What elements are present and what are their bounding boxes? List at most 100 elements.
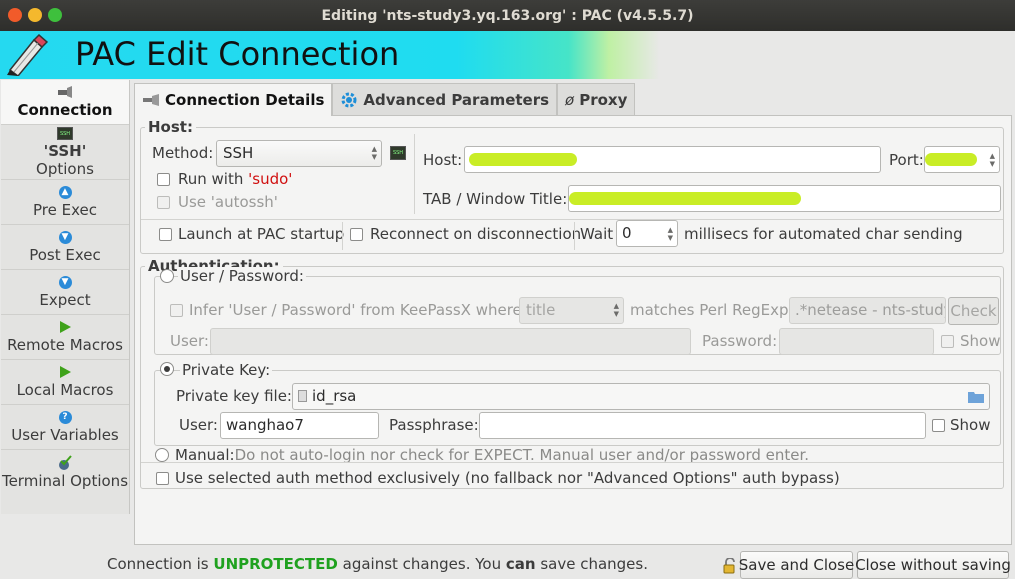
show-password-checkbox[interactable] — [941, 335, 954, 348]
show-password-label: Show — [960, 332, 1001, 350]
sidebar-item-ssh-options[interactable]: SSH 'SSH' Options — [1, 125, 129, 180]
arrow-down-icon: ▼ — [58, 275, 72, 289]
terminal-icon: SSH — [57, 126, 73, 140]
sidebar-item-pre-exec[interactable]: ▲ Pre Exec — [1, 180, 129, 225]
close-without-saving-button[interactable]: Close without saving — [855, 551, 1011, 579]
sidebar-item-label: Connection — [17, 101, 113, 119]
show-passphrase-label: Show — [950, 416, 991, 434]
sidebar-item-user-variables[interactable]: ? User Variables — [1, 405, 129, 450]
tab-connection-details[interactable]: Connection Details — [134, 83, 333, 116]
port-input[interactable]: ▲ ▼ — [924, 146, 1000, 173]
user-password-radio[interactable] — [160, 269, 174, 283]
user-label: User: — [170, 332, 209, 350]
tab-proxy[interactable]: ø Proxy — [557, 83, 636, 115]
sidebar-item-remote-macros[interactable]: Remote Macros — [1, 315, 129, 360]
proxy-icon: ø — [565, 90, 575, 109]
sidebar-item-label: Remote Macros — [7, 336, 123, 354]
save-and-close-button[interactable]: Save and Close — [739, 551, 854, 579]
window-close-button[interactable] — [8, 8, 22, 22]
sidebar-item-label: Terminal Options — [1, 471, 129, 490]
passphrase-label: Passphrase: — [389, 416, 479, 434]
window-maximize-button[interactable] — [48, 8, 62, 22]
folder-icon — [968, 392, 984, 403]
wait-ms-input[interactable]: 0 ▲ ▼ — [616, 220, 678, 247]
private-key-file-label: Private key file: — [176, 387, 292, 405]
manual-radio[interactable] — [155, 448, 169, 462]
header-banner: PAC Edit Connection — [0, 31, 1015, 79]
window-minimize-button[interactable] — [28, 8, 42, 22]
sidebar-item-post-exec[interactable]: ▼ Post Exec — [1, 225, 129, 270]
tab-label: Connection Details — [165, 91, 325, 109]
divider — [141, 219, 1003, 220]
pk-user-input[interactable]: wanghao7 — [220, 412, 379, 439]
regexp-input[interactable]: .*netease - nts-study3 — [789, 297, 946, 324]
method-select[interactable]: SSH ▲ ▼ — [216, 140, 382, 167]
user-password-label: User / Password: — [178, 267, 306, 285]
protection-status: Connection is UNPROTECTED against change… — [107, 555, 648, 573]
password-input[interactable] — [779, 328, 934, 355]
exclusive-auth-label: Use selected auth method exclusively (no… — [175, 469, 840, 487]
tab-bar: Connection Details Advanced Parameters ø… — [134, 83, 636, 116]
tab-advanced-parameters[interactable]: Advanced Parameters — [332, 83, 558, 115]
arrow-down-icon: ▼ — [58, 230, 72, 244]
sidebar-item-label: Pre Exec — [33, 201, 97, 219]
sidebar-item-local-macros[interactable]: Local Macros — [1, 360, 129, 405]
regexp-value: .*netease - nts-study3 — [795, 301, 946, 319]
pk-user-label: User: — [179, 416, 218, 434]
keepass-field-value: title — [526, 301, 556, 319]
wait-suffix-label: millisecs for automated char sending — [684, 225, 963, 243]
keepass-field-select[interactable]: title ▲ ▼ — [519, 297, 624, 324]
divider — [342, 222, 343, 250]
method-value: SSH — [223, 144, 254, 162]
sidebar-item-label-top: 'SSH' — [43, 142, 87, 160]
host-input[interactable] — [464, 146, 881, 173]
plug-icon — [143, 94, 159, 106]
private-key-file-value: id_rsa — [312, 387, 357, 405]
divider — [414, 134, 415, 214]
private-key-radio[interactable] — [160, 362, 174, 376]
wait-label: Wait — [580, 225, 614, 243]
sidebar: Connection SSH 'SSH' Options ▲ Pre Exec … — [1, 80, 130, 514]
divider — [574, 222, 575, 250]
banner-title: PAC Edit Connection — [75, 35, 400, 73]
window-title-label: TAB / Window Title: — [423, 190, 568, 208]
launch-at-startup-label: Launch at PAC startup — [178, 225, 345, 243]
run-with-sudo-checkbox[interactable] — [157, 173, 170, 186]
run-with-sudo-label: Run with 'sudo' — [178, 170, 293, 188]
sidebar-item-expect[interactable]: ▼ Expect — [1, 270, 129, 315]
sidebar-item-label: Expect — [39, 291, 91, 309]
play-icon — [59, 320, 71, 334]
tab-label: Proxy — [579, 90, 628, 109]
redaction-mark — [925, 153, 977, 166]
sidebar-item-terminal-options[interactable]: Terminal Options — [1, 450, 129, 495]
show-passphrase-checkbox[interactable] — [932, 419, 945, 432]
matches-regexp-label: matches Perl RegExp: — [630, 301, 794, 319]
terminal-icon: SSH — [390, 146, 406, 160]
password-label: Password: — [702, 332, 778, 350]
sidebar-item-label: Local Macros — [16, 381, 114, 399]
passphrase-input[interactable] — [479, 412, 926, 439]
connection-details-panel: Host: Method: SSH ▲ ▼ SSH Run with 'sudo'… — [134, 115, 1012, 545]
exclusive-auth-checkbox[interactable] — [156, 472, 169, 485]
reconnect-checkbox[interactable] — [350, 228, 363, 241]
use-autossh-checkbox[interactable] — [157, 196, 170, 209]
play-icon — [59, 365, 71, 379]
main-area: Connection Details Advanced Parameters ø… — [134, 83, 1012, 545]
unlock-icon[interactable] — [723, 558, 737, 574]
reconnect-label: Reconnect on disconnection — [370, 225, 582, 243]
pk-user-value: wanghao7 — [226, 416, 304, 434]
user-input[interactable] — [210, 328, 691, 355]
check-button[interactable]: Check — [948, 297, 999, 325]
updown-icon: ▲ ▼ — [371, 145, 377, 161]
window-titlebar: Editing 'nts-study3.yq.163.org' : PAC (v… — [0, 0, 1015, 31]
sidebar-item-label: User Variables — [11, 426, 119, 444]
plug-icon — [57, 85, 73, 99]
gear-icon — [341, 92, 357, 107]
window-title-input[interactable] — [568, 185, 1001, 212]
launch-at-startup-checkbox[interactable] — [159, 228, 172, 241]
updown-icon: ▲ ▼ — [613, 302, 619, 318]
sidebar-item-connection[interactable]: Connection — [1, 80, 129, 125]
infer-keepass-checkbox[interactable] — [170, 304, 183, 317]
sidebar-item-label: Post Exec — [29, 246, 101, 264]
private-key-file-chooser[interactable]: id_rsa — [292, 383, 990, 410]
